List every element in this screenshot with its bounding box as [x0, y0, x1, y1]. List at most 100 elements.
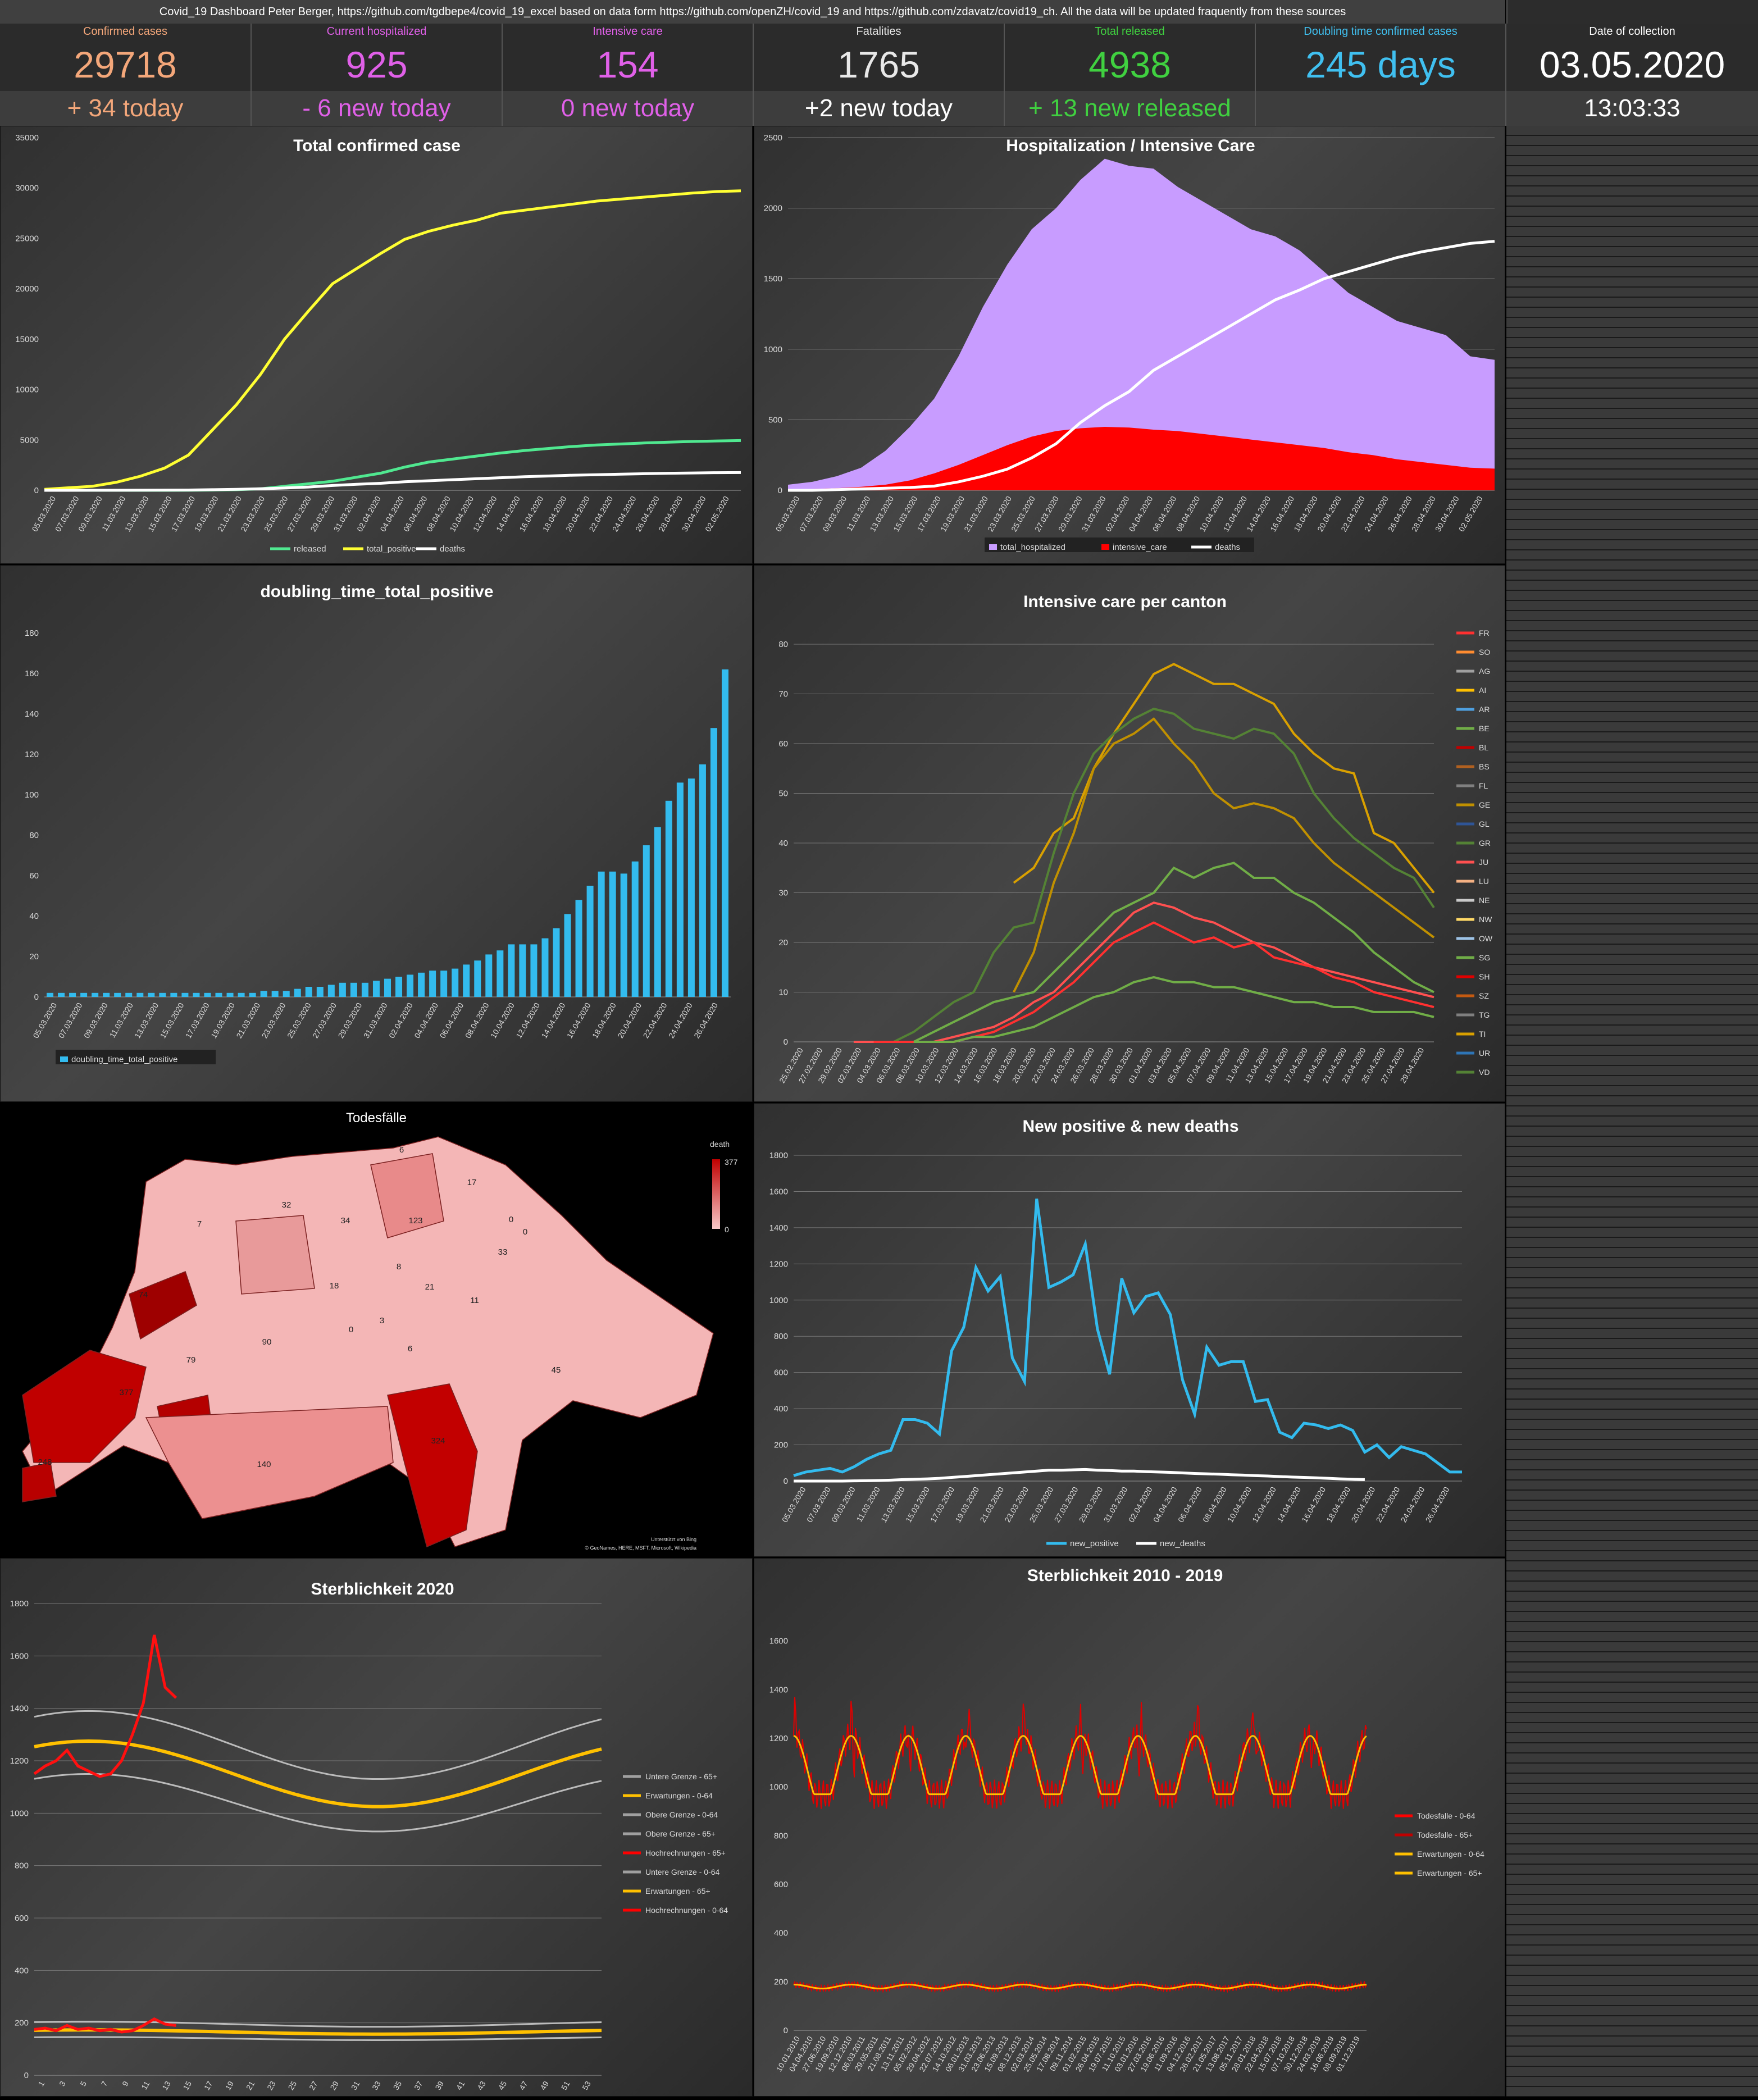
bar	[676, 782, 684, 997]
panel-map: Todesfälle death 377 0 6 17 32 34 123 7 0 0 33 74 18 8 2…	[0, 1103, 753, 1557]
canton-death-count: 74	[139, 1290, 148, 1300]
bar	[620, 873, 627, 997]
y-tick-label: 20	[778, 938, 788, 947]
x-tick-label: 05.03.2020	[774, 494, 801, 533]
x-tick-label: 07.03.2020	[57, 1001, 84, 1040]
legend-entry: JU	[1479, 858, 1488, 867]
x-tick-label: 14.04.2020	[1275, 1485, 1302, 1524]
bar	[643, 845, 650, 997]
bar	[58, 992, 65, 997]
side-panel	[1506, 126, 1758, 2097]
kpi-label: Doubling time confirmed cases	[1304, 25, 1458, 38]
canton-death-count: 32	[282, 1200, 292, 1210]
x-tick-label: 27.03.2020	[311, 1001, 338, 1040]
x-tick-label: 25	[286, 2079, 299, 2092]
x-tick-label: 19.03.2020	[209, 1001, 236, 1040]
legend-entry: GL	[1479, 819, 1490, 828]
legend-entry: AG	[1479, 667, 1490, 676]
legend-entry: BE	[1479, 724, 1490, 733]
map-credit: Unterstützt von Bing	[651, 1537, 696, 1542]
bar	[92, 992, 99, 997]
x-tick-label: 18.04.2020	[1324, 1485, 1352, 1524]
x-tick-label: 51	[559, 2079, 572, 2092]
x-tick-label: 10.04.2020	[1197, 494, 1225, 533]
legend-swatch	[989, 544, 997, 550]
y-tick-label: 40	[29, 912, 39, 921]
y-tick-label: 1600	[769, 1637, 788, 1646]
legend-entry: Untere Grenze - 0-64	[645, 1867, 719, 1876]
x-tick-label: 04.04.2020	[1127, 494, 1155, 533]
y-tick-label: 800	[774, 1831, 788, 1841]
bar	[226, 992, 234, 997]
canton-death-count: 140	[257, 1460, 271, 1469]
chart-total-confirmed: Total confirmed case 0 5000 10000 15000 20000…	[15, 133, 741, 554]
y-tick-label: 400	[15, 1966, 29, 1975]
x-tick-label: 29.03.2020	[336, 1001, 363, 1040]
y-tick-label: 0	[24, 2071, 29, 2080]
y-tick-label: 5000	[20, 435, 39, 445]
bar	[80, 992, 88, 997]
legend-entry: GE	[1479, 800, 1490, 809]
canton-death-count: 7	[197, 1219, 202, 1229]
kpi-tile-4: Total released 4938	[1005, 24, 1256, 91]
legend-entry: SO	[1479, 648, 1490, 657]
bar	[260, 991, 267, 997]
x-tick-label: 02.05.2020	[703, 494, 731, 533]
bar	[294, 988, 301, 997]
canton-death-count: 45	[552, 1365, 561, 1375]
map-credit: © GeoNames, HERE, MSFT, Microsoft, Wikip…	[585, 1545, 696, 1551]
canton-death-count: 0	[349, 1325, 353, 1334]
canton-region	[22, 1136, 714, 1547]
x-tick-label: 24.04.2020	[1363, 494, 1390, 533]
bar	[170, 992, 177, 997]
legend-entry: Hochrechnungen - 65+	[645, 1848, 726, 1857]
bar	[474, 960, 481, 997]
panel-hospitalization: Hospitalization / Intensive Care 0 500 1000…	[754, 126, 1505, 564]
x-tick-label: 49	[538, 2079, 550, 2092]
legend-entry: NE	[1479, 896, 1490, 905]
bar	[519, 944, 526, 997]
x-tick-label: 13.03.2020	[868, 494, 895, 533]
mortality-65-observed	[793, 1697, 1367, 1809]
canton-death-count: 248	[38, 1457, 52, 1467]
x-tick-label: 22.04.2020	[1374, 1485, 1402, 1524]
y-tick-label: 600	[15, 1914, 29, 1923]
y-tick-label: 0	[34, 992, 39, 1002]
x-tick-label: 21.03.2020	[234, 1001, 262, 1040]
mortality-line	[34, 1710, 602, 1780]
bar	[665, 800, 672, 997]
y-tick-label: 1400	[10, 1704, 29, 1714]
bar	[361, 982, 368, 997]
map-deaths-switzerland[interactable]: Todesfälle death 377 0 6 17 32 34 123 7 0 0 33 74 18 8 2…	[0, 1103, 753, 1557]
bar	[553, 928, 560, 997]
bar	[463, 964, 470, 997]
bar	[440, 971, 448, 997]
mortality-line	[34, 1739, 602, 1809]
x-tick-label: 12.04.2020	[514, 1001, 541, 1040]
x-tick-label: 17.03.2020	[928, 1485, 956, 1524]
x-tick-label: 27.03.2020	[1033, 494, 1060, 533]
legend-entry: Erwartungen - 65+	[1417, 1869, 1482, 1878]
legend-entry: SZ	[1479, 991, 1489, 1000]
y-tick-label: 1800	[10, 1599, 29, 1609]
mortality-line	[34, 2020, 602, 2028]
panel-mortality-2010-2019: Sterblichkeit 2010 - 2019 0 200 400 600 800 10…	[754, 1558, 1505, 2097]
x-tick-label: 53	[580, 2079, 593, 2092]
x-tick-label: 09.03.2020	[82, 1001, 110, 1040]
y-tick-label: 2000	[764, 204, 782, 213]
series-line-deaths	[44, 471, 741, 492]
kpi-tile-3: Fatalities 1765	[754, 24, 1005, 91]
chart-title: Intensive care per canton	[1023, 593, 1227, 611]
legend-entry: Obere Grenze - 65+	[645, 1829, 716, 1838]
y-tick-label: 10000	[15, 385, 39, 395]
x-tick-label: 23.03.2020	[260, 1001, 288, 1040]
y-tick-label: 1600	[769, 1187, 788, 1196]
kpi-label: Fatalities	[856, 25, 901, 38]
canton-death-count: 0	[509, 1215, 513, 1224]
legend-entry: new_deaths	[1160, 1539, 1205, 1548]
x-tick-label: 30.04.2020	[1433, 494, 1461, 533]
legend-entry: deaths	[1215, 543, 1240, 552]
y-tick-label: 0	[784, 1037, 788, 1047]
kpi-subvalue	[1256, 91, 1506, 126]
x-tick-label: 39	[433, 2079, 445, 2092]
